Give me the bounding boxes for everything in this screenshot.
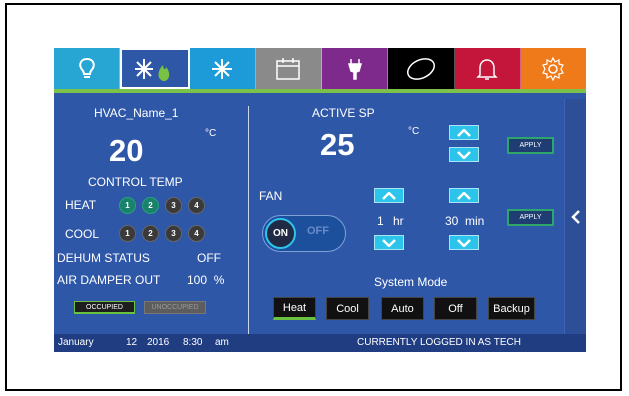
- air-damper-value: 100 %: [187, 273, 225, 287]
- panel-divider: [248, 106, 249, 334]
- tab-schedule[interactable]: [255, 48, 322, 89]
- cool-label: COOL: [65, 227, 100, 241]
- fan-on-knob: ON: [265, 218, 296, 249]
- active-sp-label: ACTIVE SP: [312, 106, 375, 120]
- heat-cool-icon: [134, 58, 170, 81]
- setpoint-apply-button[interactable]: APPLY: [507, 137, 554, 154]
- tab-general[interactable]: [388, 48, 455, 89]
- chevron-down-icon: [457, 238, 471, 247]
- date-year: 2016: [147, 337, 170, 348]
- cool-stage-4: 4: [188, 225, 205, 242]
- date-month: January: [58, 337, 94, 348]
- fan-off-label: OFF: [307, 225, 329, 237]
- setpoint-down-button[interactable]: [449, 147, 479, 162]
- hours-value: 1: [377, 214, 384, 228]
- setpoint-up-button[interactable]: [449, 125, 479, 140]
- setpoint-value: 25: [320, 127, 355, 162]
- control-temp-label: CONTROL TEMP: [88, 175, 183, 189]
- heat-stage-2: 2: [142, 197, 159, 214]
- hvac-screen: HVAC_Name_1 20 °C CONTROL TEMP HEAT 1 2 …: [54, 48, 586, 352]
- chevron-up-icon: [382, 191, 396, 200]
- control-temp-unit: °C: [205, 128, 217, 139]
- active-tab-indicator: [54, 89, 586, 93]
- control-temp-value: 20: [109, 133, 144, 168]
- tab-alarms[interactable]: [454, 48, 521, 89]
- heat-stage-1: 1: [119, 197, 136, 214]
- chevron-up-icon: [457, 128, 471, 137]
- mode-auto-button[interactable]: Auto: [381, 297, 424, 320]
- heat-stage-4: 4: [188, 197, 205, 214]
- bell-icon: [476, 58, 498, 80]
- fan-label: FAN: [259, 189, 283, 203]
- minutes-unit: min: [465, 214, 485, 228]
- air-damper-label: AIR DAMPER OUT: [57, 273, 161, 287]
- date-day: 12: [126, 337, 138, 348]
- chevron-up-icon: [457, 191, 471, 200]
- hvac-name: HVAC_Name_1: [94, 106, 179, 120]
- tab-cooling[interactable]: [189, 48, 256, 89]
- tab-settings[interactable]: [520, 48, 586, 89]
- setpoint-unit: °C: [408, 126, 420, 137]
- chevron-left-icon: [571, 209, 580, 224]
- login-status: CURRENTLY LOGGED IN AS TECH: [357, 337, 521, 348]
- plug-icon: [347, 58, 362, 80]
- mode-heat-button[interactable]: Heat: [273, 297, 316, 320]
- mode-cool-button[interactable]: Cool: [326, 297, 369, 320]
- ellipse-icon: [406, 57, 435, 80]
- clock-time: 8:30: [183, 337, 203, 348]
- mode-backup-button[interactable]: Backup: [488, 297, 535, 320]
- unoccupied-button[interactable]: UNOCCUPIED: [144, 301, 206, 314]
- minutes-up-button[interactable]: [449, 188, 479, 203]
- minutes-down-button[interactable]: [449, 235, 479, 250]
- hours-down-button[interactable]: [374, 235, 404, 250]
- tab-power[interactable]: [322, 48, 389, 89]
- minutes-value: 30: [445, 214, 459, 228]
- chevron-down-icon: [382, 238, 396, 247]
- status-bar: January 12 2016 8:30 am CURRENTLY LOGGED…: [54, 334, 586, 352]
- heat-stage-3: 3: [165, 197, 182, 214]
- gear-icon: [542, 56, 565, 81]
- hours-unit: hr: [393, 214, 404, 228]
- chevron-down-icon: [457, 150, 471, 159]
- lightbulb-icon: [78, 57, 95, 78]
- dehum-status-value: OFF: [197, 251, 221, 265]
- occupied-button[interactable]: OCCUPIED: [74, 301, 135, 314]
- tab-bar: [54, 48, 586, 89]
- dehum-status-label: DEHUM STATUS: [57, 251, 150, 265]
- clock-ampm: am: [215, 337, 229, 348]
- system-mode-label: System Mode: [374, 275, 448, 289]
- snowflake-icon: [212, 58, 233, 79]
- heat-label: HEAT: [65, 198, 97, 212]
- tab-lighting[interactable]: [54, 48, 121, 89]
- fan-apply-button[interactable]: APPLY: [507, 209, 554, 226]
- side-panel-toggle[interactable]: [564, 99, 586, 334]
- tab-hvac[interactable]: [120, 48, 190, 89]
- device-frame: HVAC_Name_1 20 °C CONTROL TEMP HEAT 1 2 …: [5, 3, 622, 391]
- cool-stage-3: 3: [165, 225, 182, 242]
- fan-toggle[interactable]: ON OFF: [262, 215, 346, 252]
- cool-stage-1: 1: [119, 225, 136, 242]
- cool-stage-2: 2: [142, 225, 159, 242]
- calendar-icon: [276, 57, 301, 80]
- hours-up-button[interactable]: [374, 188, 404, 203]
- mode-off-button[interactable]: Off: [434, 297, 477, 320]
